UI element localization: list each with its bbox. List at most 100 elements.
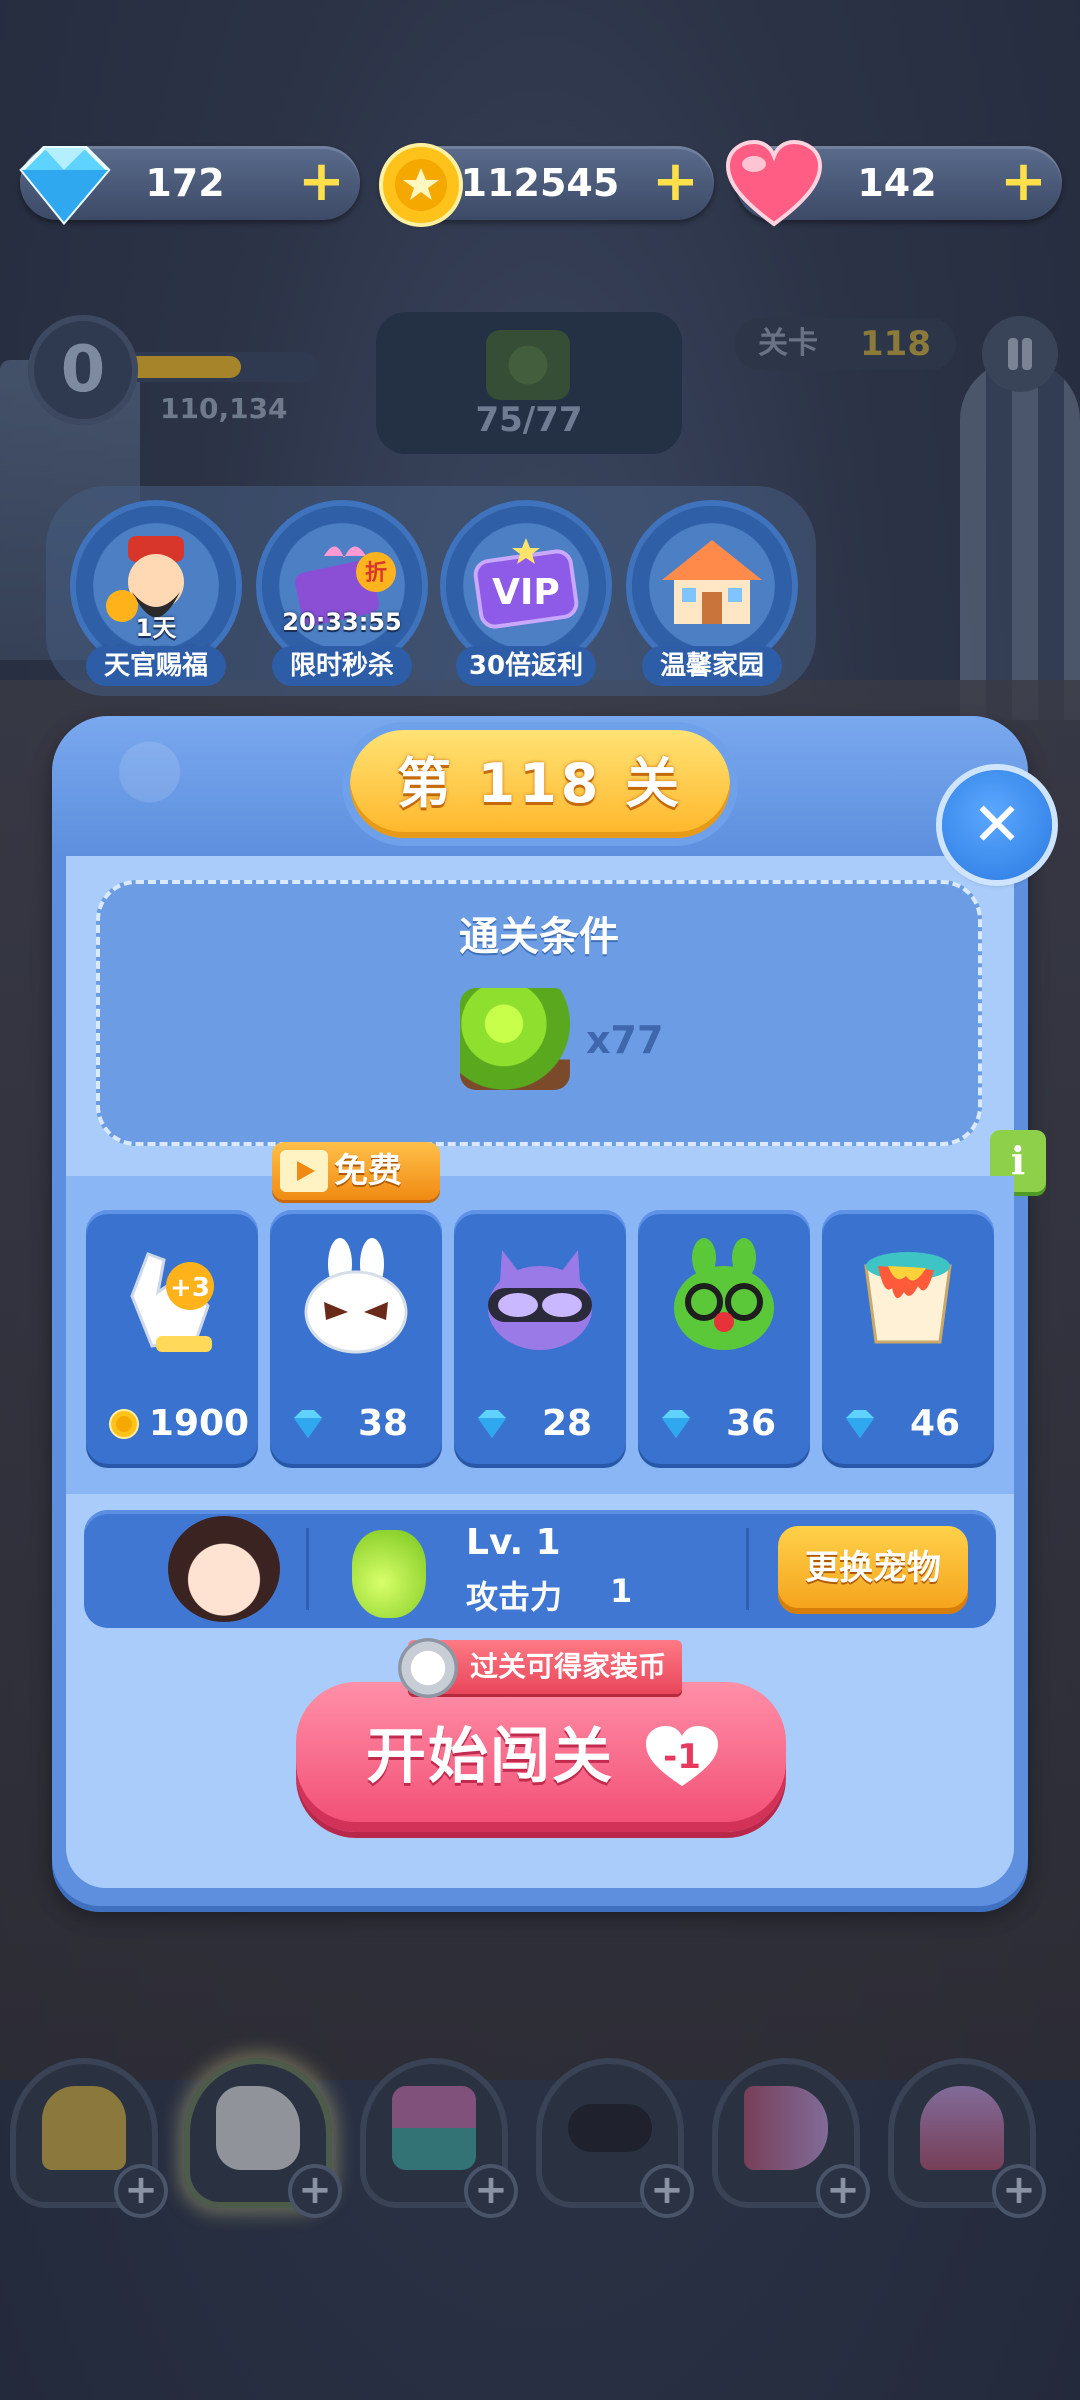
event-vip-rebate[interactable]: VIP 30倍返利 (446, 506, 606, 696)
booster-slot-goggles[interactable]: + (536, 2058, 690, 2214)
pet-attack-value: 1 (610, 1572, 633, 1610)
add-hearts-button[interactable]: + (1000, 154, 1047, 210)
diamond-icon (19, 146, 111, 226)
goggles-icon (568, 2104, 652, 2152)
pet-level: Lv. 1 (466, 1522, 561, 1563)
event-label: 天官赐福 (86, 646, 226, 686)
decoration-coin-icon (398, 1638, 458, 1698)
free-badge: 免费 (272, 1142, 440, 1200)
item-price-value: 28 (541, 1403, 593, 1444)
add-booster-button[interactable]: + (468, 2168, 514, 2214)
coin-count: 112545 (460, 161, 620, 205)
glove-plus3-icon (216, 2086, 300, 2170)
item-cat-goggles[interactable]: 28 (454, 1210, 626, 1464)
item-glove-plus3[interactable]: +3 1900 (86, 1210, 258, 1464)
item-price: 36 (638, 1396, 810, 1452)
item-price: 28 (454, 1396, 626, 1452)
item-price-value: 46 (909, 1403, 961, 1444)
item-price-value: 38 (357, 1403, 409, 1444)
heart-count: 142 (857, 161, 937, 205)
item-paint-bucket[interactable]: 46 (822, 1210, 994, 1464)
item-rabbit-mask[interactable]: 38 (270, 1210, 442, 1464)
start-level-button[interactable]: 开始闯关 -1 (296, 1682, 786, 1832)
diamond-icon (294, 1410, 322, 1438)
xp-value: 110,134 (160, 392, 288, 425)
pet-attack-label: 攻击力 (466, 1578, 563, 1616)
close-icon: ✕ (971, 790, 1023, 860)
add-booster-button[interactable]: + (292, 2168, 338, 2214)
free-label: 免费 (334, 1151, 402, 1191)
bush-icon (486, 330, 570, 400)
event-label: 30倍返利 (456, 646, 596, 686)
girl-avatar-icon (168, 1516, 280, 1622)
pet-divider (306, 1528, 309, 1610)
add-booster-button[interactable]: + (118, 2168, 164, 2214)
item-price-value: 36 (725, 1403, 777, 1444)
add-booster-button[interactable]: + (644, 2168, 690, 2214)
reward-text: 过关可得家装币 (470, 1650, 667, 1683)
green-frog-glasses-icon (674, 1238, 774, 1350)
event-god-of-fortune[interactable]: 1天15:33:54 天官赐福 (76, 506, 236, 696)
close-button[interactable]: ✕ (942, 770, 1052, 880)
swap-pet-button[interactable]: 更换宠物 (778, 1526, 968, 1614)
event-flash-sale[interactable]: 折 20:33:55 限时秒杀 (262, 506, 422, 696)
booster-slot-glove[interactable]: + (184, 2058, 338, 2214)
pause-button[interactable] (982, 316, 1058, 392)
swap-pet-label: 更换宠物 (805, 1548, 941, 1588)
paint-bucket-icon (864, 1252, 952, 1344)
diamond-icon (662, 1410, 690, 1438)
home-icon (662, 540, 762, 624)
xp-fill (122, 356, 241, 378)
player-level-badge: 0 (28, 315, 138, 425)
clear-conditions-title: 通关条件 (459, 914, 619, 960)
stage-number: 118 (860, 324, 931, 364)
item-frog-glasses[interactable]: 36 (638, 1210, 810, 1464)
purple-cat-goggles-icon (488, 1250, 592, 1350)
xp-bar (118, 352, 318, 382)
event-label: 限时秒杀 (272, 646, 412, 686)
player-level: 0 (60, 333, 106, 407)
vip-text: VIP (492, 572, 560, 613)
item-price: 38 (270, 1396, 442, 1452)
glove-plus3-icon: +3 (130, 1252, 214, 1352)
star-wand-icon (42, 2086, 126, 2170)
start-label: 开始闯关 (366, 1722, 614, 1792)
booster-slot-up-rocket[interactable]: + (888, 2058, 1042, 2214)
swap-arrows-icon (392, 2086, 476, 2170)
event-timer: 20:33:55 (282, 608, 402, 636)
add-booster-button[interactable]: + (996, 2168, 1042, 2214)
diamond-count: 172 (145, 161, 225, 205)
item-art-text: +3 (170, 1273, 210, 1303)
event-label: 温馨家园 (642, 646, 782, 686)
diamond-icon (846, 1410, 874, 1438)
item-price-value: 1900 (148, 1403, 250, 1444)
video-clapper-icon (280, 1150, 328, 1192)
event-home[interactable]: 温馨家园 (632, 506, 792, 696)
coin-icon (379, 143, 463, 227)
pet-divider (746, 1528, 749, 1610)
up-arrow-rocket-icon (920, 2086, 1004, 2170)
add-coins-button[interactable]: + (652, 154, 699, 210)
item-price: 1900 (86, 1396, 258, 1452)
booster-slot-swap[interactable]: + (360, 2058, 514, 2214)
white-rabbit-mask-icon (304, 1238, 408, 1354)
pear-pet-icon (352, 1530, 426, 1618)
heart-cost-value: -1 (663, 1737, 701, 1777)
add-diamonds-button[interactable]: + (298, 154, 345, 210)
coin-icon (109, 1409, 139, 1439)
item-price: 46 (822, 1396, 994, 1452)
booster-slot-right-rocket[interactable]: + (712, 2058, 866, 2214)
diamond-icon (478, 1410, 506, 1438)
background-umbrella (960, 360, 1080, 720)
bush-icon (460, 988, 570, 1090)
discount-badge: 折 (365, 561, 387, 586)
level-title: 第 118 关 (350, 730, 730, 838)
level-title-text: 第 118 关 (396, 752, 684, 815)
vip-card-icon: VIP (473, 538, 579, 629)
heart-cost: -1 (642, 1724, 722, 1790)
booster-slot-star-wand[interactable]: + (10, 2058, 164, 2214)
add-booster-button[interactable]: + (820, 2168, 866, 2214)
right-arrow-rocket-icon (744, 2086, 828, 2170)
stage-indicator: 关卡 118 (734, 318, 956, 370)
heart-icon (725, 139, 823, 227)
